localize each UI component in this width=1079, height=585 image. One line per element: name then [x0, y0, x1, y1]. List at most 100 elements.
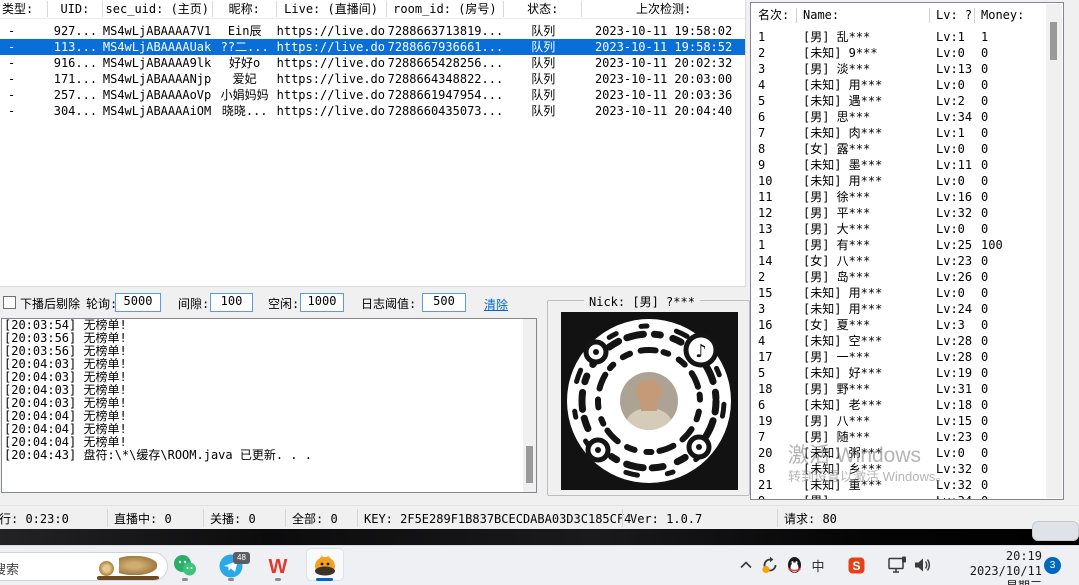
rank-cell: 100 — [975, 237, 1046, 253]
rank-row[interactable]: 18[男] 野***Lv:310 — [751, 381, 1046, 397]
status-key: KEY: 2F5E289F1B837BCECDABA03D3C185CF4 — [364, 512, 631, 526]
rank-row[interactable]: 16[女] 夏***Lv:30 — [751, 317, 1046, 333]
tray-sync-icon[interactable] — [760, 556, 780, 574]
col-lv[interactable]: Lv: ? — [930, 8, 975, 23]
gap-input[interactable]: 100 — [210, 293, 253, 312]
rank-row[interactable]: 3[未知] 用***Lv:240 — [751, 301, 1046, 317]
table-row[interactable]: -113...MS4wLjABAAAAUak...??二...https://l… — [0, 39, 745, 55]
rank-scrollbar[interactable] — [1046, 4, 1062, 498]
table-header[interactable]: 类型: UID: sec_uid: (主页) 昵称: Live: (直播间) r… — [0, 0, 745, 19]
log-box[interactable]: [20:03:54] 无榜单![20:03:56] 无榜单![20:03:56]… — [1, 318, 537, 493]
col-live[interactable]: Live: (直播间) — [277, 1, 387, 17]
tray-sogou-icon[interactable]: S — [846, 556, 866, 574]
tray-speaker-icon[interactable] — [912, 556, 934, 574]
rank-cell: Lv:18 — [930, 397, 975, 413]
cell-room_id: 7288661947954... — [386, 87, 504, 103]
taskbar-search[interactable]: 搜索 — [0, 552, 168, 581]
rank-cell: Lv:0 — [930, 141, 975, 157]
rank-cell: 0 — [975, 413, 1046, 429]
rank-row[interactable]: 5[未知] 好***Lv:190 — [751, 365, 1046, 381]
rank-row[interactable]: 9[男]Lv:340 — [751, 493, 1046, 499]
rank-row[interactable]: 19[男] 八***Lv:150 — [751, 413, 1046, 429]
log-scrollbar[interactable] — [523, 319, 536, 492]
log-scrollbar-thumb[interactable] — [526, 446, 533, 483]
log-threshold-input[interactable]: 500 — [422, 293, 466, 312]
rank-row[interactable]: 7[男] 随***Lv:230 — [751, 429, 1046, 445]
col-room-id[interactable]: room_id: (房号) — [387, 1, 505, 17]
wechat-icon[interactable] — [168, 551, 202, 581]
log-lines: [20:03:54] 无榜单![20:03:56] 无榜单![20:03:56]… — [2, 319, 536, 462]
rank-row[interactable]: 17[男] 一***Lv:280 — [751, 349, 1046, 365]
rank-panel[interactable]: 名次: Name: Lv: ? Money: 1[男] 乱***Lv:112[未… — [750, 2, 1064, 500]
svg-text:W: W — [269, 556, 288, 578]
rank-scrollbar-thumb[interactable] — [1050, 22, 1057, 60]
rank-row[interactable]: 12[男] 平***Lv:320 — [751, 205, 1046, 221]
rank-row[interactable]: 14[女] 八***Lv:230 — [751, 253, 1046, 269]
col-last-check[interactable]: 上次检测: — [582, 1, 745, 17]
table-row[interactable]: -171...MS4wLjABAAAANjp...爱妃https://live.… — [0, 71, 745, 87]
rank-row[interactable]: 7[未知] 肉***Lv:10 — [751, 125, 1046, 141]
cell-checked: 2023-10-11 19:58:52 — [582, 39, 745, 55]
notification-count-badge[interactable]: 3 — [1044, 557, 1061, 574]
rank-cell: 6 — [751, 109, 797, 125]
rank-row[interactable]: 1[男] 乱***Lv:11 — [751, 29, 1046, 45]
col-nick[interactable]: 昵称: — [213, 1, 277, 17]
rank-row[interactable]: 8[未知] 乡***Lv:320 — [751, 461, 1046, 477]
rank-row[interactable]: 3[男] 淡***Lv:130 — [751, 61, 1046, 77]
table-row[interactable]: -304...MS4wLjABAAAAiOM...晓晓...https://li… — [0, 103, 745, 119]
taskbar-clock[interactable]: 20:19 2023/10/11 星期三 — [952, 549, 1042, 585]
active-app-icon[interactable] — [308, 551, 342, 581]
rank-row[interactable]: 6[男] 思***Lv:340 — [751, 109, 1046, 125]
rank-cell: 0 — [975, 109, 1046, 125]
rank-row[interactable]: 2[未知] 9***Lv:00 — [751, 45, 1046, 61]
idle-input[interactable]: 1000 — [300, 293, 344, 312]
tray-qq-icon[interactable] — [784, 556, 804, 574]
tray-monitor-icon[interactable] — [886, 556, 910, 574]
rank-row[interactable]: 5[未知] 遇***Lv:20 — [751, 93, 1046, 109]
tray-ime-zh-icon[interactable]: 中 — [808, 556, 828, 574]
cell-sec_uid: MS4wLjABAAAAoVp... — [103, 87, 213, 103]
desktop-background — [0, 529, 1079, 545]
poll-input[interactable]: 5000 — [115, 293, 161, 312]
rank-row[interactable]: 10[未知] 用***Lv:00 — [751, 173, 1046, 189]
rank-row[interactable]: 21[未知] 重***Lv:320 — [751, 477, 1046, 493]
tray-chevron-up-icon[interactable] — [738, 556, 754, 574]
cell-uid: 113... — [48, 39, 103, 55]
rank-row[interactable]: 20[未知] 粥***Lv:00 — [751, 445, 1046, 461]
rank-row[interactable]: 13[男] 大***Lv:00 — [751, 221, 1046, 237]
remove-after-offline-checkbox[interactable] — [3, 296, 16, 309]
rank-cell: 0 — [975, 477, 1046, 493]
rank-row[interactable]: 15[未知] 用***Lv:00 — [751, 285, 1046, 301]
col-rank[interactable]: 名次: — [751, 8, 797, 23]
rank-row[interactable]: 1[男] 有***Lv:25100 — [751, 237, 1046, 253]
rank-cell: 0 — [975, 93, 1046, 109]
clear-log-link[interactable]: 清除 — [484, 296, 508, 313]
rank-cell: Lv:31 — [930, 381, 975, 397]
col-uid[interactable]: UID: — [48, 1, 103, 17]
table-row[interactable]: -927...MS4wLjABAAAA7V1...Ein辰https://liv… — [0, 23, 745, 39]
rank-row[interactable]: 9[未知] 墨***Lv:110 — [751, 157, 1046, 173]
rank-header[interactable]: 名次: Name: Lv: ? Money: — [751, 3, 1063, 23]
col-sec-uid[interactable]: sec_uid: (主页) — [103, 1, 213, 17]
table-row[interactable]: -257...MS4wLjABAAAAoVp...小娟妈妈https://liv… — [0, 87, 745, 103]
rank-row[interactable]: 6[未知] 老***Lv:180 — [751, 397, 1046, 413]
col-name[interactable]: Name: — [797, 8, 930, 23]
cell-live: https://live.do... — [277, 71, 387, 87]
rank-cell: [未知] 重*** — [797, 477, 930, 493]
table-row[interactable]: -916...MS4wLjABAAAA9lk...好好ohttps://live… — [0, 55, 745, 71]
rank-row[interactable]: 8[女] 露***Lv:00 — [751, 141, 1046, 157]
rank-row[interactable]: 4[未知] 用***Lv:00 — [751, 77, 1046, 93]
rank-row[interactable]: 11[男] 徐***Lv:160 — [751, 189, 1046, 205]
col-status[interactable]: 状态: — [504, 1, 582, 17]
cell-live: https://live.do... — [277, 87, 387, 103]
rank-cell: [未知] 粥*** — [797, 445, 930, 461]
rank-cell: 1 — [751, 237, 797, 253]
clock-date: 2023/10/11 星期三 — [952, 564, 1042, 585]
rank-row[interactable]: 2[男] 岛***Lv:260 — [751, 269, 1046, 285]
rank-row[interactable]: 4[未知] 空***Lv:280 — [751, 333, 1046, 349]
col-type[interactable]: 类型: — [0, 1, 48, 17]
live-room-table[interactable]: 类型: UID: sec_uid: (主页) 昵称: Live: (直播间) r… — [0, 0, 746, 287]
rank-cell: 0 — [975, 157, 1046, 173]
rank-cell: 0 — [975, 61, 1046, 77]
wps-icon[interactable]: W — [261, 551, 295, 581]
